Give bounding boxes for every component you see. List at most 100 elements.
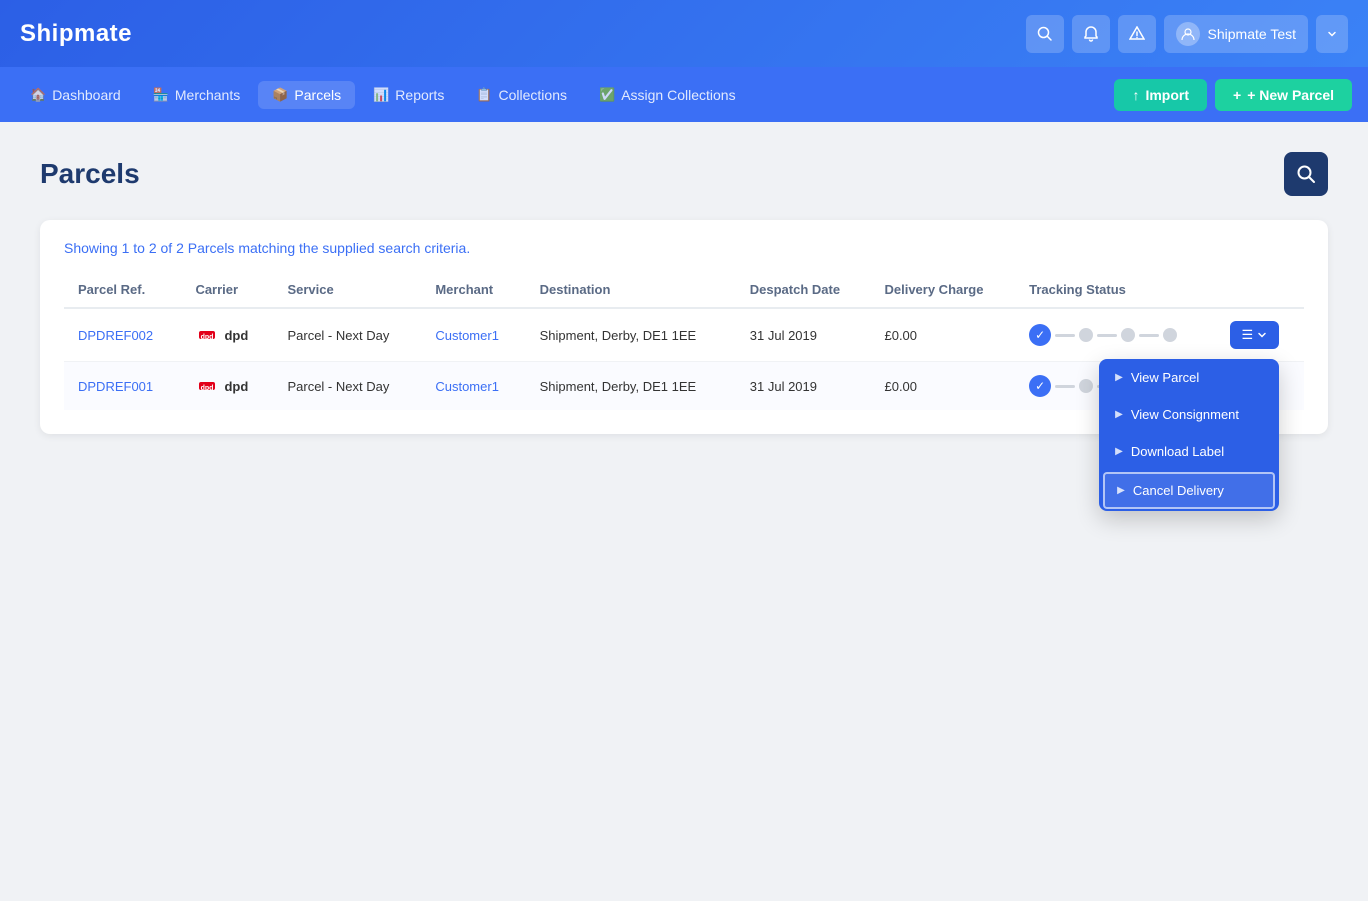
parcel-ref-cell: DPDREF001 bbox=[64, 362, 181, 411]
track-line bbox=[1055, 334, 1075, 337]
destination-cell: Shipment, Derby, DE1 1EE bbox=[526, 308, 736, 362]
despatch-date-cell: 31 Jul 2019 bbox=[736, 362, 871, 411]
track-dot bbox=[1079, 328, 1093, 342]
notifications-icon-button[interactable] bbox=[1072, 15, 1110, 53]
dropdown-item-label: View Parcel bbox=[1131, 370, 1199, 385]
parcel-ref-cell: DPDREF002 bbox=[64, 308, 181, 362]
track-dot bbox=[1079, 379, 1093, 393]
dashboard-icon: 🏠 bbox=[30, 87, 46, 103]
merchant-link[interactable]: Customer1 bbox=[435, 379, 499, 394]
action-dropdown-menu: ▶ View Parcel ▶ View Consignment ▶ Downl… bbox=[1099, 359, 1279, 511]
merchants-icon: 🏪 bbox=[153, 87, 169, 103]
track-line bbox=[1139, 334, 1159, 337]
page-search-button[interactable] bbox=[1284, 152, 1328, 196]
tracking-status: ✓ bbox=[1029, 324, 1201, 346]
merchant-cell: Customer1 bbox=[421, 362, 525, 411]
table-body: DPDREF002 dpd dpd Parcel - Next Day bbox=[64, 308, 1304, 410]
new-parcel-label: + New Parcel bbox=[1247, 87, 1334, 103]
col-header-destination: Destination bbox=[526, 272, 736, 308]
parcels-icon: 📦 bbox=[272, 87, 288, 103]
assign-collections-icon: ✅ bbox=[599, 87, 615, 103]
table-header: Parcel Ref. Carrier Service Merchant Des… bbox=[64, 272, 1304, 308]
carrier-dpd: dpd dpd bbox=[195, 323, 259, 347]
header-right: Shipmate Test bbox=[1026, 15, 1348, 53]
nav-item-collections[interactable]: 📋 Collections bbox=[462, 81, 581, 109]
track-line bbox=[1097, 334, 1117, 337]
user-menu-button[interactable]: Shipmate Test bbox=[1164, 15, 1308, 53]
dropdown-item-label: Cancel Delivery bbox=[1133, 483, 1224, 498]
nav-left: 🏠 Dashboard 🏪 Merchants 📦 Parcels 📊 Repo… bbox=[16, 81, 750, 109]
dropdown-arrow-icon: ▶ bbox=[1115, 372, 1123, 383]
top-header: Shipmate bbox=[0, 0, 1368, 67]
user-avatar bbox=[1176, 22, 1200, 46]
track-line bbox=[1055, 385, 1075, 388]
col-header-merchant: Merchant bbox=[421, 272, 525, 308]
col-header-despatch-date: Despatch Date bbox=[736, 272, 871, 308]
parcel-ref-link[interactable]: DPDREF001 bbox=[78, 379, 153, 394]
search-icon-button[interactable] bbox=[1026, 15, 1064, 53]
table-row: DPDREF002 dpd dpd Parcel - Next Day bbox=[64, 308, 1304, 362]
results-info: Showing 1 to 2 of 2 Parcels matching the… bbox=[64, 240, 1304, 256]
dpd-logo-icon: dpd bbox=[195, 323, 219, 347]
carrier-cell: dpd dpd bbox=[181, 308, 273, 362]
nav-item-parcels[interactable]: 📦 Parcels bbox=[258, 81, 355, 109]
import-icon: ↑ bbox=[1132, 87, 1139, 103]
chevron-down-icon bbox=[1257, 330, 1267, 340]
col-header-parcel-ref: Parcel Ref. bbox=[64, 272, 181, 308]
alerts-icon-button[interactable] bbox=[1118, 15, 1156, 53]
nav-item-assign-collections[interactable]: ✅ Assign Collections bbox=[585, 81, 750, 109]
nav-item-merchants[interactable]: 🏪 Merchants bbox=[139, 81, 255, 109]
col-header-actions bbox=[1216, 272, 1305, 308]
user-dropdown-button[interactable] bbox=[1316, 15, 1348, 53]
dropdown-item-view-consignment[interactable]: ▶ View Consignment bbox=[1099, 396, 1279, 433]
app-logo: Shipmate bbox=[20, 20, 132, 48]
menu-lines-icon: ☰ bbox=[1242, 327, 1254, 343]
dropdown-item-label: Download Label bbox=[1131, 444, 1224, 459]
dropdown-arrow-icon: ▶ bbox=[1115, 409, 1123, 420]
dropdown-item-label: View Consignment bbox=[1131, 407, 1239, 422]
dropdown-item-cancel-delivery[interactable]: ▶ Cancel Delivery bbox=[1103, 472, 1275, 509]
merchant-cell: Customer1 bbox=[421, 308, 525, 362]
track-dot bbox=[1163, 328, 1177, 342]
col-header-carrier: Carrier bbox=[181, 272, 273, 308]
despatch-date-cell: 31 Jul 2019 bbox=[736, 308, 871, 362]
reports-icon: 📊 bbox=[373, 87, 389, 103]
col-header-service: Service bbox=[273, 272, 421, 308]
carrier-dpd: dpd dpd bbox=[195, 374, 259, 398]
user-name: Shipmate Test bbox=[1208, 26, 1296, 42]
parcels-table: Parcel Ref. Carrier Service Merchant Des… bbox=[64, 272, 1304, 410]
parcel-ref-link[interactable]: DPDREF002 bbox=[78, 328, 153, 343]
delivery-charge-cell: £0.00 bbox=[870, 362, 1015, 411]
action-menu-button[interactable]: ☰ bbox=[1230, 321, 1280, 349]
nav-bar: 🏠 Dashboard 🏪 Merchants 📦 Parcels 📊 Repo… bbox=[0, 67, 1368, 122]
new-parcel-button[interactable]: + + New Parcel bbox=[1215, 79, 1352, 111]
dropdown-item-view-parcel[interactable]: ▶ View Parcel bbox=[1099, 359, 1279, 396]
merchant-link[interactable]: Customer1 bbox=[435, 328, 499, 343]
carrier-cell: dpd dpd bbox=[181, 362, 273, 411]
dpd-logo-icon: dpd bbox=[195, 374, 219, 398]
service-cell: Parcel - Next Day bbox=[273, 362, 421, 411]
import-button[interactable]: ↑ Import bbox=[1114, 79, 1207, 111]
service-cell: Parcel - Next Day bbox=[273, 308, 421, 362]
col-header-tracking-status: Tracking Status bbox=[1015, 272, 1215, 308]
dropdown-arrow-icon: ▶ bbox=[1115, 446, 1123, 457]
nav-item-dashboard[interactable]: 🏠 Dashboard bbox=[16, 81, 135, 109]
track-dot bbox=[1121, 328, 1135, 342]
collections-icon: 📋 bbox=[476, 87, 492, 103]
dropdown-item-download-label[interactable]: ▶ Download Label bbox=[1099, 433, 1279, 470]
results-card: Showing 1 to 2 of 2 Parcels matching the… bbox=[40, 220, 1328, 434]
main-content: Parcels Showing 1 to 2 of 2 Parcels matc… bbox=[0, 122, 1368, 464]
check-circle-icon: ✓ bbox=[1029, 375, 1051, 397]
svg-text:dpd: dpd bbox=[201, 334, 214, 341]
nav-item-reports[interactable]: 📊 Reports bbox=[359, 81, 458, 109]
dropdown-container: ☰ ▶ View Parcel bbox=[1230, 321, 1280, 349]
col-header-delivery-charge: Delivery Charge bbox=[870, 272, 1015, 308]
delivery-charge-cell: £0.00 bbox=[870, 308, 1015, 362]
nav-right: ↑ Import + + New Parcel bbox=[1114, 79, 1352, 111]
svg-text:dpd: dpd bbox=[201, 385, 214, 392]
page-title: Parcels bbox=[40, 158, 140, 190]
dropdown-arrow-icon: ▶ bbox=[1117, 485, 1125, 496]
destination-cell: Shipment, Derby, DE1 1EE bbox=[526, 362, 736, 411]
import-label: Import bbox=[1145, 87, 1189, 103]
new-parcel-icon: + bbox=[1233, 87, 1241, 103]
